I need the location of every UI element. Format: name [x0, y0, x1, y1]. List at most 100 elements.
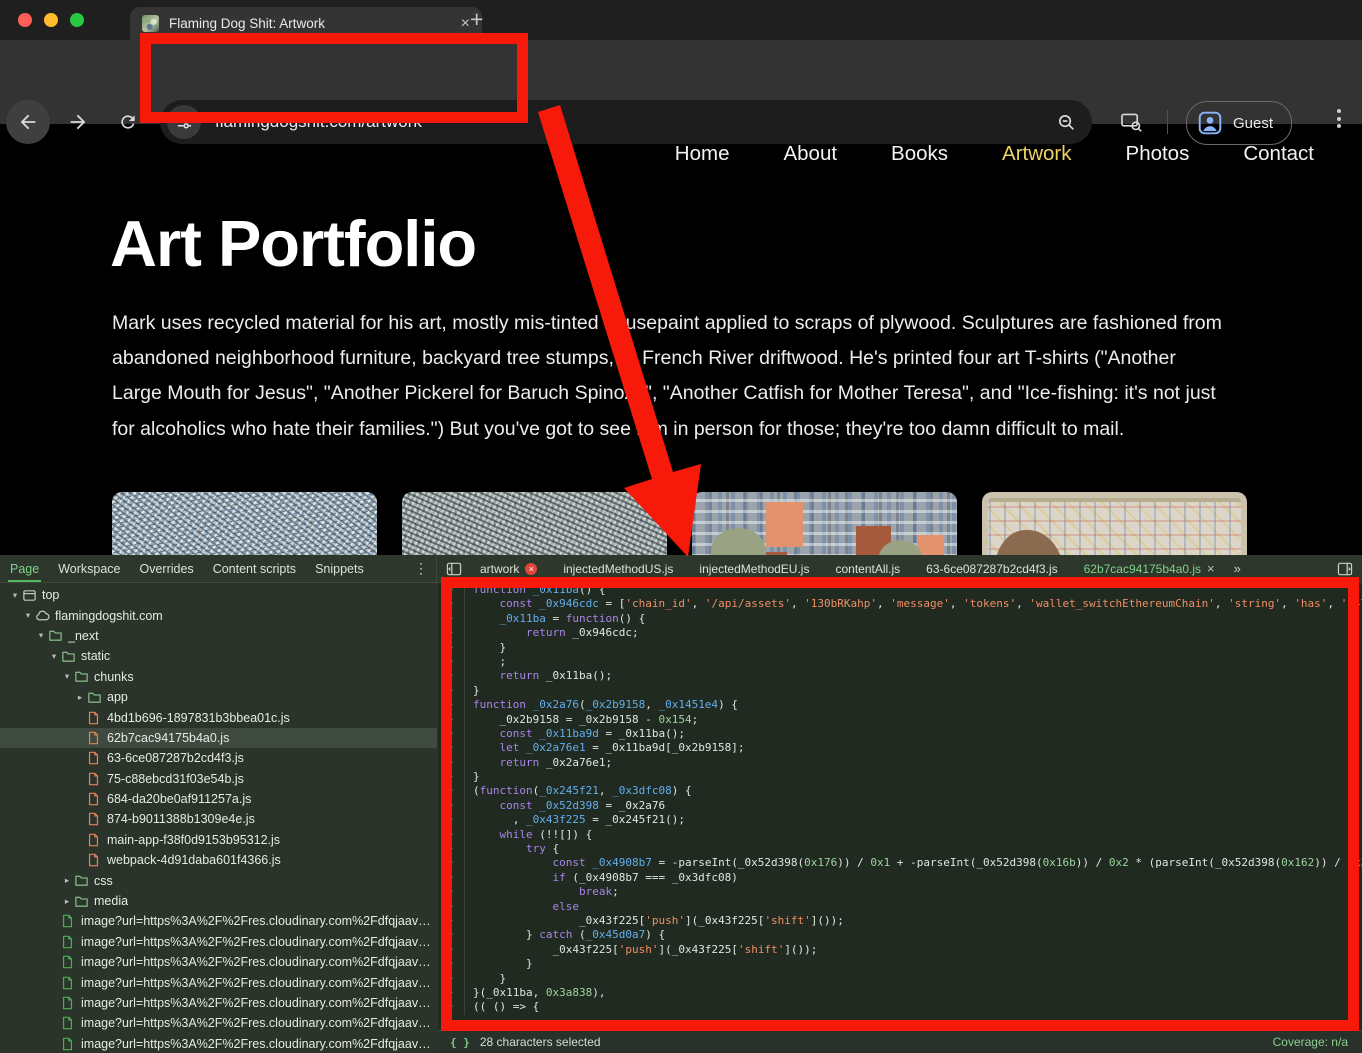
more-tabs-button[interactable]: » [1228, 561, 1247, 576]
nav-link-books[interactable]: Books [891, 142, 948, 166]
tree-item[interactable]: 62b7cac94175b4a0.js [0, 728, 437, 748]
zoom-window-button[interactable] [70, 13, 84, 27]
inspect-devices-button[interactable] [1112, 100, 1150, 144]
tree-item[interactable]: 684-da20be0af911257a.js [0, 789, 437, 809]
code-editor[interactable]: -function _0x11ba() {- const _0x946cdc =… [438, 583, 1362, 1031]
close-tab-icon[interactable]: × [1207, 561, 1215, 576]
tree-item[interactable]: 75-c88ebcd31f03e54b.js [0, 769, 437, 789]
nav-link-artwork[interactable]: Artwork [1002, 142, 1071, 166]
toggle-navigator-icon[interactable] [441, 562, 467, 576]
chevron-down-icon[interactable]: ▾ [21, 610, 35, 621]
tree-item[interactable]: ▾flamingdogshit.com [0, 605, 437, 625]
nav-link-photos[interactable]: Photos [1126, 142, 1190, 166]
fold-marker[interactable]: - [438, 583, 464, 597]
tree-item[interactable]: image?url=https%3A%2F%2Fres.cloudinary.c… [0, 1034, 437, 1053]
devtools-tab-content-scripts[interactable]: Content scripts [213, 555, 296, 582]
reload-button[interactable] [106, 100, 150, 144]
file-tree[interactable]: ▾top▾flamingdogshit.com▾_next▾static▾chu… [0, 583, 437, 1053]
profile-button[interactable]: Guest [1186, 101, 1292, 145]
tree-item[interactable]: main-app-f38f0d9153b95312.js [0, 830, 437, 850]
back-button[interactable] [6, 100, 50, 144]
url-text[interactable]: flamingdogshit.com/artwork [215, 112, 1057, 132]
tree-item[interactable]: 874-b9011388b1309e4e.js [0, 809, 437, 829]
editor-tab[interactable]: 63-6ce087287b2cd4f3.js [913, 555, 1070, 582]
editor-tab[interactable]: contentAll.js [822, 555, 913, 582]
tree-item[interactable]: image?url=https%3A%2F%2Fres.cloudinary.c… [0, 932, 437, 952]
more-panel-options-button[interactable]: ⋮ [414, 560, 428, 577]
tree-item[interactable]: ▸app [0, 687, 437, 707]
fold-marker[interactable]: - [438, 669, 464, 683]
tree-item[interactable]: ▸css [0, 870, 437, 890]
new-tab-button[interactable]: + [470, 6, 483, 33]
fold-marker[interactable]: - [438, 813, 464, 827]
tree-item[interactable]: 63-6ce087287b2cd4f3.js [0, 748, 437, 768]
url-bar[interactable]: flamingdogshit.com/artwork [160, 100, 1092, 144]
fold-marker[interactable]: - [438, 641, 464, 655]
editor-tab[interactable]: 62b7cac94175b4a0.js× [1071, 555, 1228, 582]
fold-marker[interactable]: - [438, 597, 464, 611]
devtools-tab-snippets[interactable]: Snippets [315, 555, 364, 582]
fold-marker[interactable]: - [438, 842, 464, 856]
chevron-down-icon[interactable]: ▾ [60, 671, 74, 682]
tree-item[interactable]: image?url=https%3A%2F%2Fres.cloudinary.c… [0, 993, 437, 1013]
tree-item[interactable]: image?url=https%3A%2F%2Fres.cloudinary.c… [0, 952, 437, 972]
fold-marker[interactable]: - [438, 957, 464, 971]
tree-item[interactable]: webpack-4d91daba601f4366.js [0, 850, 437, 870]
toggle-debugger-sidebar-icon[interactable] [1332, 562, 1358, 576]
editor-tab[interactable]: injectedMethodUS.js [550, 555, 686, 582]
fold-marker[interactable]: - [438, 770, 464, 784]
nav-link-about[interactable]: About [783, 142, 837, 166]
tree-item[interactable]: image?url=https%3A%2F%2Fres.cloudinary.c… [0, 1013, 437, 1033]
devtools-tab-workspace[interactable]: Workspace [58, 555, 120, 582]
zoom-out-button[interactable] [1057, 113, 1076, 132]
tree-item[interactable]: image?url=https%3A%2F%2Fres.cloudinary.c… [0, 972, 437, 992]
browser-menu-button[interactable] [1331, 109, 1347, 128]
close-tab-icon[interactable]: × [461, 16, 470, 32]
chevron-right-icon[interactable]: ▸ [60, 896, 74, 907]
minimize-window-button[interactable] [44, 13, 58, 27]
fold-marker[interactable]: - [438, 885, 464, 899]
devtools-tab-overrides[interactable]: Overrides [140, 555, 194, 582]
fold-marker[interactable]: - [438, 1000, 464, 1014]
tree-item[interactable]: ▾chunks [0, 667, 437, 687]
fold-marker[interactable]: - [438, 655, 464, 669]
close-window-button[interactable] [18, 13, 32, 27]
chevron-right-icon[interactable]: ▸ [73, 692, 87, 703]
tree-item[interactable]: ▾static [0, 646, 437, 666]
browser-tab[interactable]: Flaming Dog Shit: Artwork × [130, 7, 482, 40]
fold-marker[interactable]: - [438, 972, 464, 986]
fold-marker[interactable]: - [438, 698, 464, 712]
fold-marker[interactable]: - [438, 799, 464, 813]
nav-link-contact[interactable]: Contact [1243, 142, 1314, 166]
tree-item[interactable]: ▸media [0, 891, 437, 911]
nav-link-home[interactable]: Home [675, 142, 730, 166]
fold-marker[interactable]: - [438, 626, 464, 640]
forward-button[interactable] [56, 100, 100, 144]
fold-marker[interactable]: - [438, 784, 464, 798]
tree-item[interactable]: image?url=https%3A%2F%2Fres.cloudinary.c… [0, 911, 437, 931]
site-settings-button[interactable] [167, 105, 201, 139]
fold-marker[interactable]: - [438, 684, 464, 698]
fold-marker[interactable]: - [438, 612, 464, 626]
fold-marker[interactable]: - [438, 741, 464, 755]
fold-marker[interactable]: - [438, 727, 464, 741]
fold-marker[interactable]: - [438, 828, 464, 842]
fold-marker[interactable]: - [438, 943, 464, 957]
tree-item[interactable]: ▾_next [0, 626, 437, 646]
chevron-down-icon[interactable]: ▾ [47, 651, 61, 662]
fold-marker[interactable]: - [438, 986, 464, 1000]
fold-marker[interactable]: - [438, 756, 464, 770]
fold-marker[interactable]: - [438, 900, 464, 914]
tree-item[interactable]: ▾top [0, 585, 437, 605]
fold-marker[interactable]: - [438, 713, 464, 727]
fold-marker[interactable]: - [438, 871, 464, 885]
chevron-down-icon[interactable]: ▾ [8, 590, 22, 601]
tree-item[interactable]: 4bd1b696-1897831b3bbea01c.js [0, 707, 437, 727]
fold-marker[interactable]: - [438, 914, 464, 928]
devtools-tab-page[interactable]: Page [10, 555, 39, 582]
chevron-down-icon[interactable]: ▾ [34, 630, 48, 641]
pretty-print-icon[interactable]: { } [450, 1036, 470, 1049]
editor-tab[interactable]: artwork× [467, 555, 550, 582]
editor-tab[interactable]: injectedMethodEU.js [686, 555, 822, 582]
chevron-right-icon[interactable]: ▸ [60, 875, 74, 886]
